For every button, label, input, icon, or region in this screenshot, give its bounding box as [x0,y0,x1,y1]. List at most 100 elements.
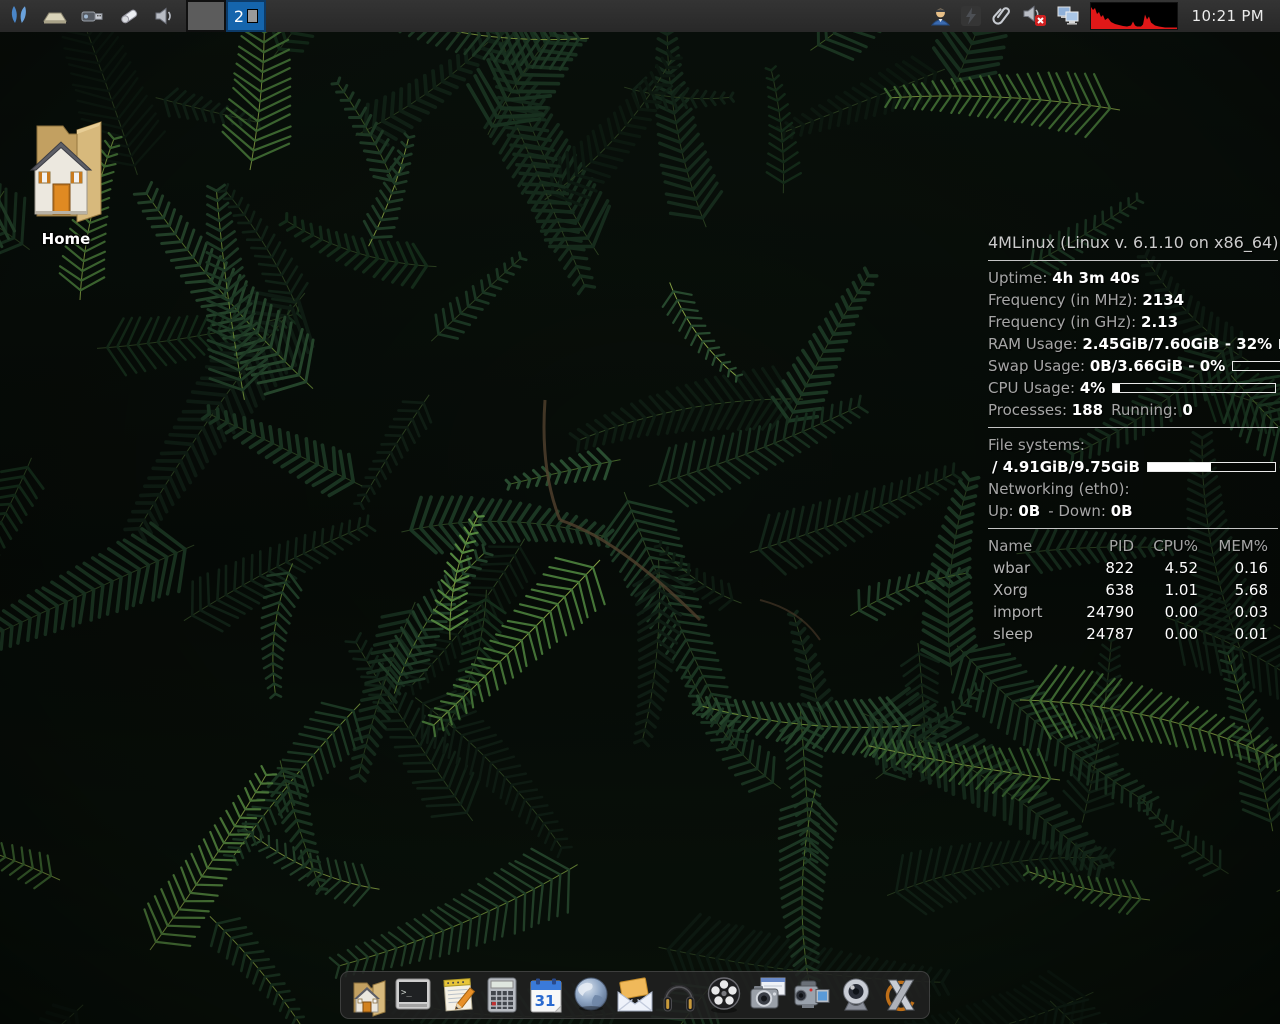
system-monitor: 4MLinux (Linux v. 6.1.10 on x86_64) Upti… [986,232,1280,645]
camcorder-icon [790,973,834,1017]
dock-item-video-recorder[interactable] [790,973,834,1017]
workspace-pager: 2 [186,0,266,32]
calendar-icon: 31 [524,973,568,1017]
fs-root-value: / 4.91GiB/9.75GiB [988,456,1140,478]
workspace-2[interactable]: 2 [226,0,266,32]
top-panel: 2 [0,0,1280,32]
process-mem: 5.68 [1198,579,1268,601]
calendar-day-text: 31 [535,992,556,1010]
whistle-icon[interactable] [117,0,141,32]
globe-browser-icon [569,973,613,1017]
dock-item-audio-player[interactable] [657,973,701,1017]
processes-label: Processes: [988,399,1072,421]
freq-mhz-label: Frequency (in MHz): [988,289,1142,311]
cpu-usage-bar [1112,383,1276,393]
panel-left-tray [0,0,176,32]
4mlinux-logo-glyph [8,4,30,28]
dock-item-movie-player[interactable] [702,973,746,1017]
col-header-cpu: CPU% [1134,535,1198,557]
application-dock: >_ [340,971,930,1019]
terminal-icon: >_ [391,973,435,1017]
paperclip-icon[interactable] [990,0,1014,32]
usb-drive-icon[interactable] [80,0,106,32]
swap-label: Swap Usage: [988,355,1090,377]
freq-mhz-value: 2134 [1142,289,1184,311]
process-cpu: 1.01 [1134,579,1198,601]
camera-icon [746,973,790,1017]
panel-clock[interactable]: 10:21 PM [1186,7,1272,25]
disc-tray-icon[interactable] [41,0,69,32]
desktop-icon-home[interactable]: Home [20,110,112,248]
panel-right-tray: 10:21 PM [928,0,1280,32]
ram-value: 2.45GiB/7.60GiB - 32% [1082,333,1272,355]
cpu-history-graph-icon[interactable] [1090,2,1178,30]
dock-item-x-window-system[interactable] [879,973,923,1017]
speaker-icon[interactable] [152,0,176,32]
film-reel-icon [702,973,746,1017]
up-label: Up: [988,500,1018,522]
uptime-value: 4h 3m 40s [1052,267,1139,289]
home-folder-icon [25,110,107,228]
processes-row: Processes: 188 Running: 0 [988,399,1280,421]
network-monitors-icon[interactable] [1056,0,1082,32]
process-mem: 0.16 [1198,557,1268,579]
cpu-history-glyph [1091,3,1177,29]
swap-usage-bar [1232,361,1280,371]
dock-item-screenshot-camera[interactable] [746,973,790,1017]
process-cpu: 4.52 [1134,557,1198,579]
speaker-glyph [152,5,176,27]
sysmon-title: 4MLinux (Linux v. 6.1.10 on x86_64) [988,232,1280,254]
dock-item-terminal[interactable]: >_ [391,973,435,1017]
swap-value: 0B/3.66GiB - 0% [1090,355,1225,377]
dock-item-webcam[interactable] [834,973,878,1017]
power-bolt-icon[interactable] [960,0,982,32]
email-envelope-icon [613,973,657,1017]
dock-item-home-folder[interactable] [347,973,391,1017]
network-monitors-glyph [1056,4,1082,28]
fs-root-bar [1147,462,1276,472]
paperclip-glyph [990,4,1014,28]
dock-item-calculator[interactable] [480,973,524,1017]
terminal-prompt-text: >_ [401,988,412,998]
dock-item-text-editor[interactable] [436,973,480,1017]
user-icon[interactable] [928,0,952,32]
freq-ghz-row: Frequency (in GHz): 2.13 [988,311,1280,333]
up-value: 0B [1018,500,1040,522]
process-mem: 0.03 [1198,601,1268,623]
process-name: Xorg [988,579,1076,601]
calculator-icon [480,973,524,1017]
4mlinux-logo-icon[interactable] [8,0,30,32]
cpu-label: CPU Usage: [988,377,1080,399]
dock-item-web-browser[interactable] [569,973,613,1017]
filesystems-header-row: File systems: [988,434,1280,456]
uptime-row: Uptime: 4h 3m 40s [988,267,1280,289]
process-name: import [988,601,1076,623]
networking-header: Networking (eth0): [988,478,1130,500]
volume-muted-glyph [1022,4,1048,28]
col-header-pid: PID [1076,535,1134,557]
running-value: 0 [1182,399,1192,421]
cpu-row: CPU Usage: 4% [988,377,1280,399]
process-cpu: 0.00 [1134,623,1198,645]
home-folder-icon [347,973,391,1017]
user-glyph [928,5,952,27]
down-label: - Down: [1048,500,1111,522]
webcam-icon [834,973,878,1017]
usb-drive-glyph [80,5,106,27]
process-cpu: 0.00 [1134,601,1198,623]
workspace-2-label: 2 [234,7,244,26]
divider [988,528,1278,529]
workspace-1[interactable] [186,0,226,32]
process-pid: 24790 [1076,601,1134,623]
running-label: Running: [1111,399,1182,421]
workspace-window-thumb [247,9,258,23]
col-header-mem: MEM% [1198,535,1268,557]
whistle-glyph [117,5,141,27]
process-pid: 822 [1076,557,1134,579]
col-header-name: Name [988,535,1076,557]
dock-item-email[interactable] [613,973,657,1017]
down-value: 0B [1111,500,1133,522]
volume-muted-icon[interactable] [1022,0,1048,32]
uptime-label: Uptime: [988,267,1052,289]
dock-item-calendar[interactable]: 31 [524,973,568,1017]
